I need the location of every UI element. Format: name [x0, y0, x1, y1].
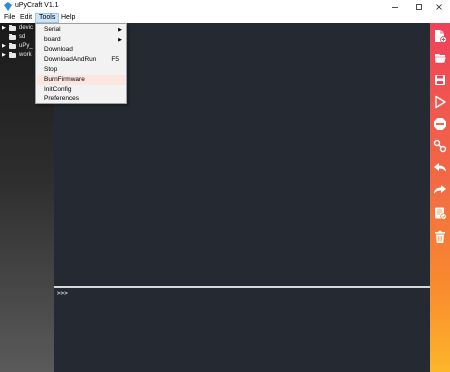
open-file-button[interactable] — [432, 50, 448, 66]
menu-help[interactable]: Help — [58, 13, 78, 23]
connect-button[interactable] — [432, 138, 448, 154]
right-toolbar — [430, 23, 450, 372]
clear-button[interactable] — [432, 229, 448, 245]
undo-button[interactable] — [432, 160, 448, 176]
terminal-prompt: >>> — [57, 290, 68, 297]
close-icon — [436, 3, 442, 10]
new-file-button[interactable] — [432, 28, 448, 44]
menu-file[interactable]: File — [1, 13, 18, 23]
terminal-panel[interactable]: >>> — [54, 288, 430, 372]
clear-icon — [435, 230, 445, 243]
menu-item-serial[interactable]: Serial ▶ — [37, 25, 125, 35]
menu-edit[interactable]: Edit — [17, 13, 35, 23]
tree-item-device[interactable]: ▶ devic — [2, 24, 33, 32]
folder-icon — [9, 33, 16, 40]
tree-item-workspace[interactable]: ▶ work — [2, 51, 32, 59]
menu-item-label: board — [44, 36, 61, 43]
menu-bar: File Edit Tools Help — [0, 13, 450, 23]
tree-item-label: devic — [19, 25, 34, 31]
tree-item-label: work — [19, 52, 32, 58]
menu-item-label: BurnFirmware — [44, 76, 85, 83]
menu-item-label: DownloadAndRun — [44, 56, 97, 63]
tree-item-sd[interactable]: sd — [2, 33, 25, 41]
menu-item-label: InitConfig — [44, 86, 72, 93]
expand-arrow-icon[interactable]: ▶ — [2, 52, 8, 58]
folder-icon — [9, 51, 16, 58]
stop-icon — [434, 118, 446, 130]
redo-button[interactable] — [432, 182, 448, 198]
menu-item-preferences[interactable]: Preferences — [37, 94, 125, 104]
menu-item-stop[interactable]: Stop — [37, 65, 125, 75]
menu-item-label: Preferences — [44, 95, 80, 102]
tree-item-label: uPy_ — [19, 43, 33, 49]
save-button[interactable] — [432, 72, 448, 88]
window-title: uPyCraft V1.1 — [15, 2, 59, 9]
minimize-icon — [392, 6, 398, 8]
tree-item-label: sd — [19, 34, 26, 40]
close-button[interactable] — [428, 0, 450, 13]
maximize-button[interactable] — [408, 0, 430, 13]
expand-arrow-icon[interactable]: ▶ — [2, 43, 8, 49]
new-file-icon — [435, 30, 447, 43]
minimize-button[interactable] — [384, 0, 406, 13]
menu-item-label: Serial — [44, 26, 61, 33]
title-bar: uPyCraft V1.1 — [0, 0, 450, 13]
menu-item-board[interactable]: board ▶ — [37, 35, 125, 45]
undo-icon — [434, 163, 446, 172]
tree-item-upy-lib[interactable]: ▶ uPy_ — [2, 42, 33, 50]
menu-item-label: Download — [44, 46, 73, 53]
menu-item-download[interactable]: Download — [37, 45, 125, 55]
syntax-check-button[interactable] — [432, 205, 448, 221]
folder-icon — [9, 42, 16, 49]
connect-icon — [433, 139, 447, 153]
menu-tools[interactable]: Tools — [35, 13, 60, 23]
download-run-button[interactable] — [432, 94, 448, 110]
menu-item-burn-firmware[interactable]: BurnFirmware — [37, 75, 125, 85]
run-icon — [435, 95, 446, 109]
save-icon — [435, 75, 445, 85]
tools-dropdown-menu: Serial ▶ board ▶ Download DownloadAndRun… — [35, 23, 127, 104]
app-logo-icon — [4, 2, 12, 11]
redo-icon — [434, 185, 446, 194]
shortcut-label: F5 — [111, 56, 119, 63]
open-file-icon — [434, 54, 447, 64]
maximize-icon — [416, 3, 422, 10]
expand-arrow-icon[interactable]: ▶ — [2, 25, 8, 31]
menu-item-label: Stop — [44, 66, 58, 73]
folder-icon — [9, 24, 16, 31]
submenu-arrow-icon: ▶ — [118, 37, 122, 43]
syntax-check-icon — [435, 207, 447, 220]
submenu-arrow-icon: ▶ — [118, 27, 122, 33]
menu-item-download-and-run[interactable]: DownloadAndRun F5 — [37, 55, 125, 65]
stop-button[interactable] — [432, 116, 448, 132]
